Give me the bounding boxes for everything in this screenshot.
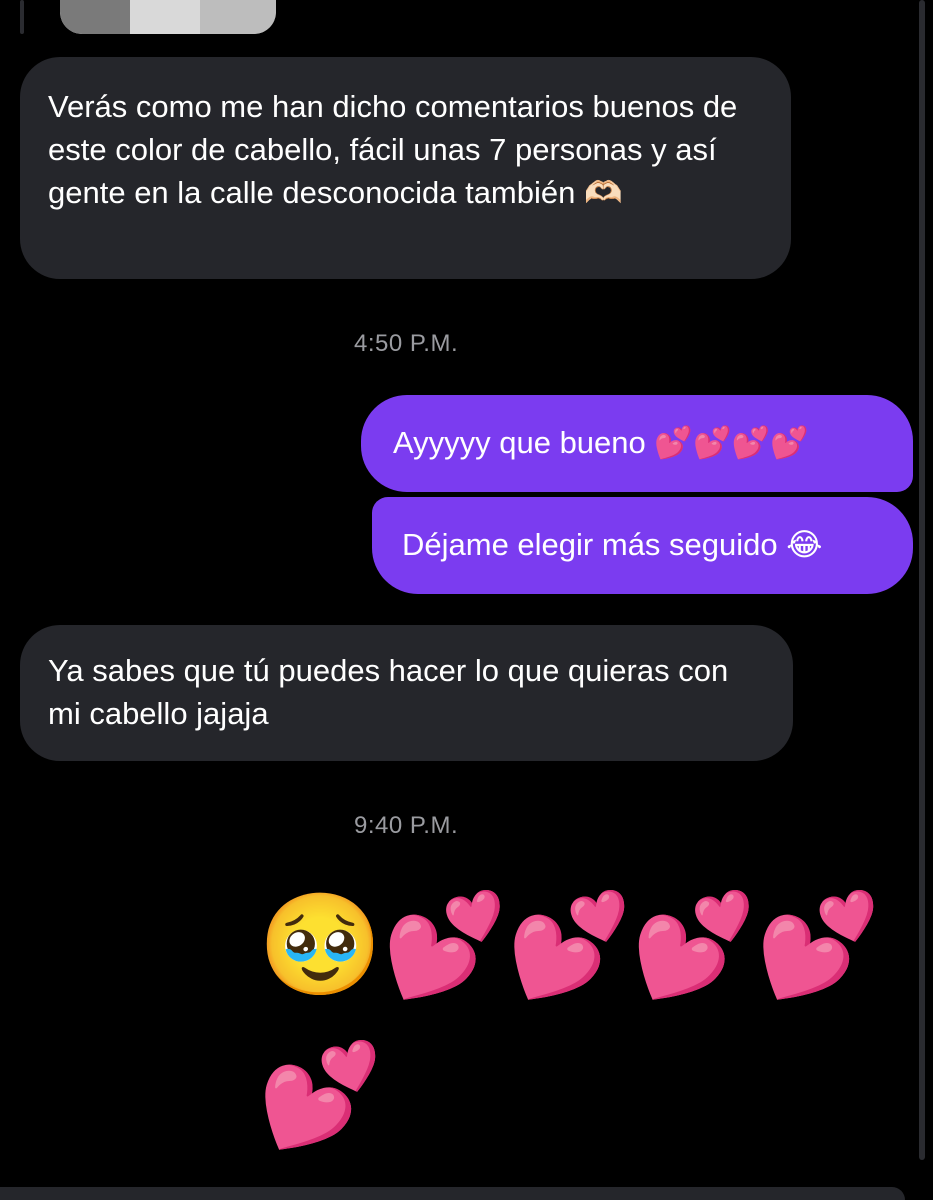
message-text: Verás como me han dicho comentarios buen…: [48, 89, 738, 210]
photo-content-right: [200, 0, 276, 34]
emoji-message-row[interactable]: 🥹💕💕💕💕: [258, 890, 881, 1000]
timestamp: 4:50 P.M.: [354, 330, 459, 357]
photo-content-left: [60, 0, 130, 34]
scrollbar[interactable]: [919, 0, 925, 1160]
thread-indicator-line: [20, 0, 24, 34]
outgoing-message-bubble[interactable]: Déjame elegir más seguido 😂: [372, 497, 913, 594]
timestamp: 9:40 P.M.: [354, 812, 459, 839]
outgoing-message-bubble[interactable]: Ayyyyy que bueno 💕💕💕💕: [361, 395, 913, 492]
message-composer-edge[interactable]: [0, 1187, 905, 1200]
shared-photo-thumbnail[interactable]: [60, 0, 276, 34]
message-text: Ayyyyy que bueno 💕💕💕💕: [393, 425, 809, 460]
incoming-message-bubble[interactable]: Ya sabes que tú puedes hacer lo que quie…: [20, 625, 793, 761]
message-text: Déjame elegir más seguido 😂: [402, 527, 823, 562]
incoming-message-bubble[interactable]: Verás como me han dicho comentarios buen…: [20, 57, 791, 279]
message-text: Ya sabes que tú puedes hacer lo que quie…: [48, 653, 729, 731]
emoji-message-row[interactable]: 💕: [258, 1040, 383, 1150]
